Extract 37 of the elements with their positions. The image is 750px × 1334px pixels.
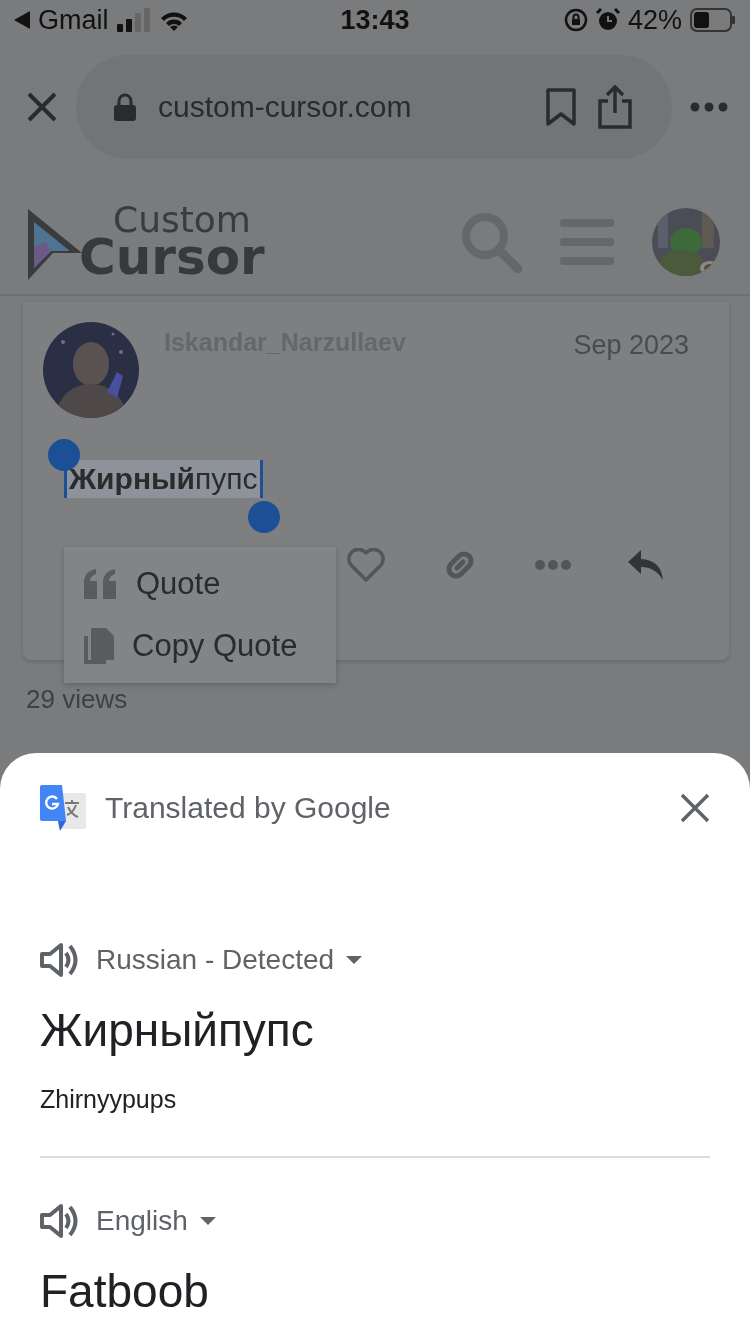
reply-icon[interactable] (627, 548, 665, 582)
alarm-icon (595, 8, 620, 32)
menu-item[interactable]: Copy Quote (64, 615, 336, 677)
sheet-title: Translated by Google (105, 791, 392, 825)
copy-icon (84, 628, 114, 664)
share-icon[interactable] (598, 85, 632, 129)
translate-logo-icon (40, 785, 86, 831)
source-language-dropdown[interactable]: Russian - Detected (96, 944, 363, 976)
caret-icon (346, 956, 363, 964)
lock-icon (114, 93, 136, 121)
more-icon[interactable] (690, 102, 728, 112)
view-count: 29 views (26, 684, 129, 715)
speaker-icon[interactable] (40, 942, 78, 978)
post-text: Жирныйпупс (64, 460, 263, 498)
back-icon[interactable] (14, 11, 30, 29)
rotation-lock-icon (563, 8, 588, 32)
selection-end-handle[interactable] (248, 501, 280, 533)
source-text: Жирныйпупс (40, 1003, 315, 1057)
more-icon[interactable] (535, 560, 571, 570)
bookmark-icon[interactable] (546, 88, 576, 126)
close-icon[interactable] (26, 91, 58, 123)
battery-icon (690, 8, 736, 32)
signal-icon (116, 8, 151, 32)
translated-text: Fatboob (40, 1264, 210, 1318)
close-button[interactable] (680, 793, 710, 823)
caret-icon (199, 1217, 216, 1225)
target-language-dropdown[interactable]: English (96, 1205, 216, 1237)
quote-icon (84, 569, 118, 599)
menu-item[interactable]: Quote (64, 553, 336, 615)
clock-time: 13:43 (340, 4, 410, 36)
url-text: custom-cursor.com (158, 90, 413, 124)
heart-icon[interactable] (347, 548, 385, 582)
address-bar[interactable]: custom-cursor.com (76, 55, 672, 159)
battery-percent: 42% (627, 4, 682, 36)
transliteration: Zhirnyypups (40, 1085, 178, 1114)
back-app-label[interactable]: Gmail (38, 4, 109, 36)
speaker-icon[interactable] (40, 1203, 78, 1239)
